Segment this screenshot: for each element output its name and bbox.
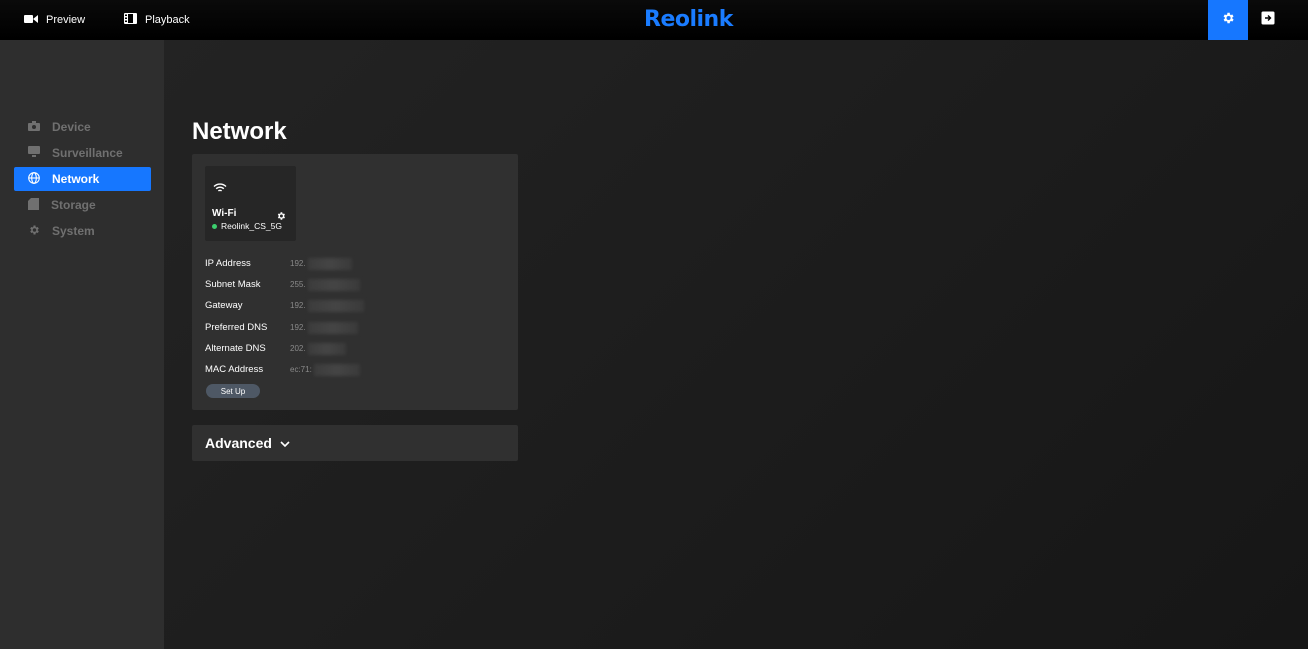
sidebar-item-label: Device <box>52 120 91 134</box>
playback-button[interactable]: Playback <box>124 0 190 40</box>
gear-icon <box>1221 11 1235 30</box>
top-bar: Preview Playback Reolink <box>0 0 1308 40</box>
advanced-label: Advanced <box>205 435 272 451</box>
gear-icon <box>28 224 40 239</box>
video-camera-icon <box>24 14 38 27</box>
wifi-ssid: Reolink_CS_5G <box>212 221 282 231</box>
info-row-ip: IP Address 192. <box>205 256 352 270</box>
info-label: MAC Address <box>205 363 264 375</box>
info-label: IP Address <box>205 257 251 269</box>
camera-icon <box>28 120 40 134</box>
info-value: 192. <box>290 321 358 334</box>
film-icon <box>124 13 137 27</box>
settings-button[interactable] <box>1208 0 1248 40</box>
playback-label: Playback <box>145 14 190 26</box>
wifi-icon <box>213 180 227 198</box>
sidebar-item-storage[interactable]: Storage <box>14 193 151 217</box>
info-value: 192. <box>290 257 352 270</box>
setup-button[interactable]: Set Up <box>206 384 260 398</box>
sidebar-item-network[interactable]: Network <box>14 167 151 191</box>
globe-icon <box>28 171 40 187</box>
info-row-mac: MAC Address ec:71: <box>205 362 360 376</box>
monitor-icon <box>28 146 40 160</box>
chevron-down-icon <box>280 435 290 451</box>
page-title: Network <box>192 118 287 145</box>
sidebar-item-label: Network <box>52 172 100 186</box>
info-value: 192. <box>290 299 364 312</box>
info-row-subnet: Subnet Mask 255. <box>205 277 360 291</box>
logout-icon <box>1261 11 1275 30</box>
logout-button[interactable] <box>1256 0 1280 40</box>
info-value: ec:71: <box>290 363 360 376</box>
info-label: Alternate DNS <box>205 342 266 354</box>
wifi-label: Wi-Fi <box>212 208 237 219</box>
info-label: Gateway <box>205 299 243 311</box>
info-row-alternate-dns: Alternate DNS 202. <box>205 341 346 355</box>
reolink-logo: Reolink <box>644 7 733 32</box>
preview-label: Preview <box>46 14 86 26</box>
status-dot <box>212 223 217 229</box>
info-value: 255. <box>290 278 360 291</box>
storage-icon <box>28 197 39 213</box>
info-row-gateway: Gateway 192. <box>205 298 364 312</box>
advanced-section-toggle[interactable]: Advanced <box>192 425 518 461</box>
sidebar-item-label: Storage <box>51 198 96 212</box>
info-row-preferred-dns: Preferred DNS 192. <box>205 320 358 334</box>
preview-button[interactable]: Preview <box>24 0 85 40</box>
main-content: Network Wi-Fi Reolink_CS_5G IP Address 1… <box>164 40 1308 649</box>
sidebar-item-label: Surveillance <box>52 146 123 160</box>
sidebar-item-surveillance[interactable]: Surveillance <box>14 141 151 165</box>
ssid-text: Reolink_CS_5G <box>221 221 282 231</box>
sidebar-item-label: System <box>52 224 95 238</box>
info-label: Subnet Mask <box>205 278 261 290</box>
wifi-tile: Wi-Fi Reolink_CS_5G <box>205 166 296 241</box>
sidebar: Device Surveillance Network Storage Syst… <box>0 40 164 649</box>
info-value: 202. <box>290 342 346 355</box>
sidebar-item-system[interactable]: System <box>14 219 151 243</box>
info-label: Preferred DNS <box>205 321 268 333</box>
sidebar-item-device[interactable]: Device <box>14 115 151 139</box>
network-card: Wi-Fi Reolink_CS_5G IP Address 192. Subn… <box>192 154 518 410</box>
